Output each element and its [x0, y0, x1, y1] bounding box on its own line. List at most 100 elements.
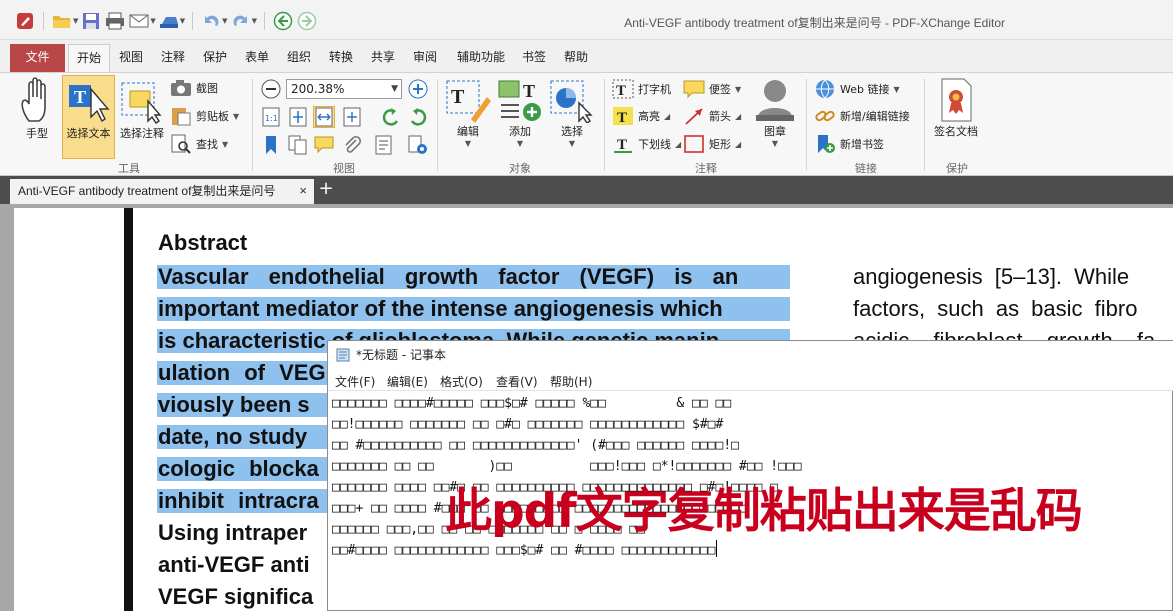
select-object-dropdown-icon[interactable]: ▼	[569, 139, 575, 148]
underline-button[interactable]: T 下划线 ◢	[612, 134, 681, 154]
tab-share[interactable]: 共享	[365, 44, 401, 72]
annot-group-label: 注释	[695, 162, 717, 175]
layers-settings-icon[interactable]	[407, 134, 429, 156]
zoom-dropdown-icon[interactable]: ▼	[391, 80, 398, 98]
tab-organize[interactable]: 组织	[281, 44, 317, 72]
notepad-title-bar[interactable]: *无标题 - 记事本	[328, 341, 1173, 369]
tab-review[interactable]: 审阅	[407, 44, 443, 72]
notepad-menu-edit[interactable]: 编辑(E)	[387, 373, 428, 390]
comments-icon[interactable]	[313, 134, 335, 156]
add-edit-link-label: 新增/编辑链接	[840, 110, 910, 123]
edit-object-button[interactable]: T 编辑 ▼	[444, 77, 492, 148]
tab-home[interactable]: 开始	[68, 44, 110, 72]
hand-tool-button[interactable]: 手型	[14, 77, 60, 141]
notepad-menu-file[interactable]: 文件(F)	[335, 373, 375, 390]
tab-protect[interactable]: 保护	[197, 44, 233, 72]
edit-object-dropdown-icon[interactable]: ▼	[465, 139, 471, 148]
highlight-button[interactable]: T 高亮 ◢	[612, 106, 670, 126]
camera-icon	[171, 80, 191, 96]
print-icon[interactable]	[104, 11, 126, 31]
new-tab-button[interactable]: +	[317, 178, 335, 200]
fit-width-icon[interactable]	[313, 106, 335, 128]
bookmark-icon[interactable]	[260, 134, 282, 156]
undo-icon[interactable]	[200, 11, 222, 31]
tab-help[interactable]: 帮助	[558, 44, 594, 72]
arrow-label: 箭头	[709, 110, 731, 123]
add-bookmark-button[interactable]: 新增书签	[814, 134, 884, 154]
arrow-dropdown-icon[interactable]: ◢	[735, 112, 741, 121]
select-text-icon: T	[68, 85, 110, 123]
scan-dropdown-icon[interactable]: ▼	[180, 17, 185, 25]
notepad-menu-help[interactable]: 帮助(H)	[550, 373, 592, 390]
open-dropdown-icon[interactable]: ▼	[73, 17, 78, 25]
typewriter-button[interactable]: T 打字机	[612, 79, 671, 99]
tab-accessibility[interactable]: 辅助功能	[449, 44, 513, 72]
select-annot-label: 选择注释	[120, 127, 164, 140]
tab-file[interactable]: 文件	[10, 44, 65, 72]
email-icon[interactable]	[128, 11, 150, 31]
sign-document-button[interactable]: 签名文档	[930, 77, 982, 139]
undo-dropdown-icon[interactable]: ▼	[222, 17, 227, 25]
web-link-dropdown-icon[interactable]: ▼	[893, 85, 899, 94]
fit-visible-icon[interactable]	[341, 106, 363, 128]
attachments-icon[interactable]	[341, 134, 363, 156]
select-annot-button[interactable]: 选择注释	[116, 77, 168, 141]
underline-dropdown-icon[interactable]: ◢	[675, 140, 681, 149]
select-object-icon	[550, 80, 593, 123]
clipboard-button[interactable]: 剪贴板 ▼	[170, 106, 239, 126]
clipboard-icon	[172, 108, 191, 126]
select-text-button[interactable]: T 选择文本	[62, 77, 115, 141]
zoom-in-icon[interactable]	[407, 78, 429, 100]
document-tab[interactable]: Anti-VEGF antibody treatment of复制出来是问号 ×	[10, 179, 314, 204]
highlight-dropdown-icon[interactable]: ◢	[664, 112, 670, 121]
pages-icon[interactable]	[287, 134, 309, 156]
tab-comment[interactable]: 注释	[155, 44, 191, 72]
tab-forms[interactable]: 表单	[239, 44, 275, 72]
zoom-out-icon[interactable]	[260, 78, 282, 100]
scan-icon[interactable]	[158, 11, 180, 31]
rotate-right-icon[interactable]	[407, 106, 429, 128]
notepad-title: *无标题 - 记事本	[356, 348, 446, 362]
protect-group-label: 保护	[946, 162, 968, 175]
close-tab-icon[interactable]: ×	[299, 179, 307, 203]
tab-bookmarks[interactable]: 书签	[516, 44, 552, 72]
stamp-dropdown-icon[interactable]: ▼	[772, 139, 778, 148]
pdf-text-line: cologic blocka	[158, 456, 319, 481]
objects-group-label: 对象	[509, 162, 531, 175]
zoom-input[interactable]: 200.38% ▼	[286, 79, 402, 99]
select-object-button[interactable]: 选择 ▼	[548, 77, 596, 148]
stamp-button[interactable]: 图章 ▼	[750, 77, 800, 148]
zoom-value: 200.38%	[291, 82, 345, 96]
add-object-dropdown-icon[interactable]: ▼	[517, 139, 523, 148]
actual-size-icon[interactable]: 1:1	[260, 106, 282, 128]
clipboard-dropdown-icon[interactable]: ▼	[233, 112, 239, 121]
screenshot-button[interactable]: 截图	[170, 79, 218, 97]
redo-dropdown-icon[interactable]: ▼	[252, 17, 257, 25]
back-icon[interactable]	[272, 11, 294, 31]
select-text-label: 选择文本	[66, 127, 111, 140]
add-bookmark-icon	[818, 135, 835, 153]
find-dropdown-icon[interactable]: ▼	[222, 140, 228, 149]
properties-icon[interactable]	[373, 134, 395, 156]
tab-view[interactable]: 视图	[113, 44, 149, 72]
fit-page-icon[interactable]	[287, 106, 309, 128]
notepad-menu-view[interactable]: 查看(V)	[496, 373, 538, 390]
rotate-left-icon[interactable]	[380, 106, 402, 128]
email-dropdown-icon[interactable]: ▼	[150, 17, 155, 25]
rectangle-button[interactable]: 矩形 ◢	[683, 134, 741, 154]
tab-convert[interactable]: 转换	[323, 44, 359, 72]
arrow-button[interactable]: 箭头 ◢	[683, 106, 741, 126]
save-icon[interactable]	[80, 11, 102, 31]
add-object-button[interactable]: T 添加 ▼	[496, 77, 544, 148]
sticky-note-button[interactable]: 便签 ▼	[683, 79, 741, 99]
web-link-button[interactable]: Web 链接 ▼	[814, 79, 900, 99]
forward-icon[interactable]	[296, 11, 318, 31]
open-folder-icon[interactable]	[51, 11, 73, 31]
redo-icon[interactable]	[230, 11, 252, 31]
add-edit-link-button[interactable]: 新增/编辑链接	[814, 106, 910, 126]
find-button[interactable]: 查找 ▼	[170, 134, 228, 154]
rectangle-dropdown-icon[interactable]: ◢	[735, 140, 741, 149]
notepad-menu-format[interactable]: 格式(O)	[440, 373, 483, 390]
sticky-note-dropdown-icon[interactable]: ▼	[735, 85, 741, 94]
underline-icon: T	[614, 137, 632, 153]
